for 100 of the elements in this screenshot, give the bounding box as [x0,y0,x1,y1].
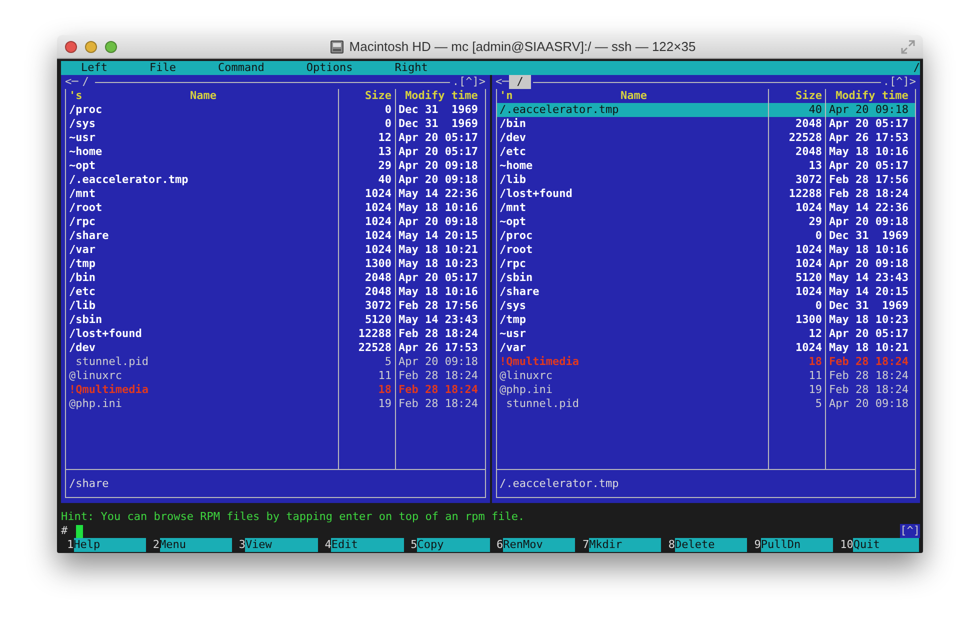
menu-item[interactable]: Command [218,61,264,75]
file-name: /.eaccelerator.tmp [66,173,338,187]
menu-item[interactable]: File [150,61,176,75]
file-time: Feb 28 18:24 [828,187,910,201]
file-row[interactable]: @linuxrc 11 Feb 28 18:24 [66,369,484,383]
file-size: 1024 [338,243,396,257]
file-name: @php.ini [66,397,338,411]
file-row[interactable]: /root 1024 May 18 10:16 [66,201,484,215]
function-key[interactable]: Quit [853,538,920,552]
file-size: 12288 [338,327,396,341]
function-key[interactable]: Delete [674,538,748,552]
file-row[interactable]: /lib 3072 Feb 28 17:56 [496,173,915,187]
panel-status: /.eaccelerator.tmp [500,477,619,490]
file-size: 2048 [769,117,826,131]
file-time: Apr 20 09:18 [828,397,910,411]
function-key[interactable]: View [245,538,318,552]
file-row[interactable]: /etc 2048 May 18 10:16 [496,145,915,159]
file-row[interactable]: /dev 22528 Apr 26 17:53 [496,131,915,145]
file-row[interactable]: /root 1024 May 18 10:16 [496,243,915,257]
prompt-badge[interactable]: [^] [900,524,920,538]
file-row[interactable]: /proc 0 Dec 31 1969 [496,229,915,243]
file-row[interactable]: /proc 0 Dec 31 1969 [66,103,484,117]
file-row[interactable]: /etc 2048 May 18 10:16 [66,285,484,299]
file-row[interactable]: /lost+found 12288 Feb 28 18:24 [496,187,915,201]
file-size: 0 [769,299,826,313]
file-row[interactable]: /rpc 1024 Apr 20 09:18 [496,257,915,271]
function-key[interactable]: Copy [417,538,490,552]
file-row[interactable]: /bin 2048 Apr 20 05:17 [496,117,915,131]
sort-indicator[interactable]: 's [69,89,82,103]
file-name: /var [66,243,338,257]
file-time: May 14 20:15 [828,285,910,299]
column-header[interactable]: Modify time [826,89,915,103]
file-name: /dev [66,341,338,355]
file-name: @php.ini [496,383,769,397]
column-header[interactable]: Size [338,89,396,103]
file-time: May 18 10:16 [828,243,910,257]
key-number: 4 [324,538,332,552]
file-row[interactable]: ~opt 29 Apr 20 09:18 [496,215,915,229]
menu-item[interactable]: Left [81,61,108,75]
file-size: 12 [338,131,396,145]
file-row[interactable]: /sys 0 Dec 31 1969 [66,117,484,131]
file-row[interactable]: ~usr 12 Apr 20 05:17 [66,131,484,145]
file-row[interactable]: /lost+found 12288 Feb 28 18:24 [66,327,484,341]
file-row[interactable]: /var 1024 May 18 10:21 [496,341,915,355]
file-time: Feb 28 18:24 [398,383,479,397]
function-key[interactable]: Mkdir [589,538,662,552]
file-row[interactable]: /rpc 1024 Apr 20 09:18 [66,215,484,229]
file-row[interactable]: stunnel.pid 5 Apr 20 09:18 [496,397,915,411]
file-row[interactable]: /var 1024 May 18 10:21 [66,243,484,257]
close-button[interactable] [65,40,77,52]
history-right[interactable]: .[^]> [882,75,916,89]
file-row[interactable]: /tmp 1300 May 18 10:23 [66,257,484,271]
fullscreen-icon[interactable] [901,40,915,54]
function-key[interactable]: Help [74,538,146,552]
file-row[interactable]: /.eaccelerator.tmp 40 Apr 20 09:18 [66,173,484,187]
file-row[interactable]: /lib 3072 Feb 28 17:56 [66,299,484,313]
file-row[interactable]: /share 1024 May 14 20:15 [66,229,484,243]
file-row[interactable]: /sbin 5120 May 14 23:43 [66,313,484,327]
file-row[interactable]: /sbin 5120 May 14 23:43 [496,271,915,285]
file-row[interactable]: /bin 2048 Apr 20 05:17 [66,271,484,285]
file-size: 12288 [769,187,826,201]
file-row[interactable]: /.eaccelerator.tmp 40 Apr 20 09:18 [496,103,915,117]
file-size: 1024 [769,257,826,271]
file-row[interactable]: /mnt 1024 May 14 22:36 [66,187,484,201]
function-key[interactable]: RenMov [503,538,576,552]
file-row[interactable]: /sys 0 Dec 31 1969 [496,299,915,313]
sort-indicator[interactable]: 'n [500,89,513,103]
file-name: /lost+found [66,327,338,341]
file-row[interactable]: ~opt 29 Apr 20 09:18 [66,159,484,173]
history-left[interactable]: <─ [65,75,78,89]
file-row[interactable]: @linuxrc 11 Feb 28 18:24 [496,369,915,383]
panel-path: / [81,75,90,89]
file-row[interactable]: ~home 13 Apr 20 05:17 [66,145,484,159]
file-row[interactable]: /share 1024 May 14 20:15 [496,285,915,299]
file-name: /rpc [496,257,769,271]
file-row[interactable]: /dev 22528 Apr 26 17:53 [66,341,484,355]
zoom-button[interactable] [105,40,117,52]
key-number: 9 [753,538,761,552]
key-number: 1 [66,538,74,552]
menu-item[interactable]: Right [394,61,428,75]
function-key[interactable]: Edit [331,538,404,552]
file-row[interactable]: /tmp 1300 May 18 10:23 [496,313,915,327]
file-name: ~opt [66,159,338,173]
file-size: 0 [338,117,396,131]
file-row[interactable]: ~usr 12 Apr 20 05:17 [496,327,915,341]
file-row[interactable]: stunnel.pid 5 Apr 20 09:18 [66,355,484,369]
function-key[interactable]: Menu [160,538,232,552]
history-left[interactable]: <─ [496,75,509,89]
file-time: Apr 20 09:18 [398,355,479,369]
file-size: 22528 [338,341,396,355]
file-row[interactable]: @php.ini 19 Feb 28 18:24 [496,383,915,397]
minimize-button[interactable] [85,40,97,52]
file-time: Feb 28 17:56 [828,173,910,187]
history-right[interactable]: .[^]> [452,75,486,89]
menu-item[interactable]: Options [306,61,353,75]
file-row[interactable]: ~home 13 Apr 20 05:17 [496,159,915,173]
file-row[interactable]: /mnt 1024 May 14 22:36 [496,201,915,215]
file-row[interactable]: @php.ini 19 Feb 28 18:24 [66,397,484,411]
column-header[interactable]: Modify time [396,89,484,103]
function-key[interactable]: PullDn [760,538,834,552]
